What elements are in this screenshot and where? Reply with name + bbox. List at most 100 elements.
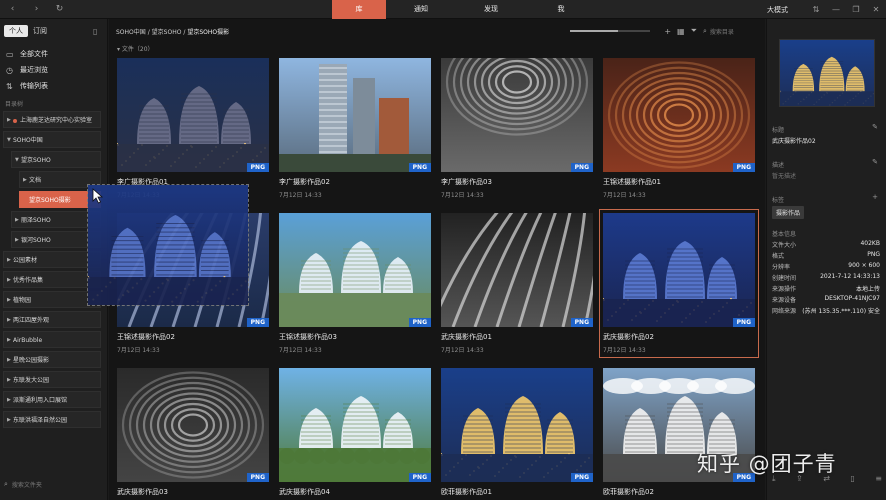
- grid-view-icon[interactable]: ▦: [677, 27, 685, 36]
- folder-icon: ▭: [6, 49, 14, 59]
- tab-me[interactable]: 我: [526, 0, 596, 19]
- more-icon[interactable]: ≡: [875, 474, 882, 484]
- file-title[interactable]: 李广摄影作品03: [441, 177, 593, 187]
- file-card[interactable]: PNG 李广摄影作品03 7月12日 14:33: [441, 58, 593, 199]
- tag-chip[interactable]: 摄影作品: [772, 206, 805, 219]
- file-title[interactable]: 武庆摄影作品01: [441, 332, 593, 342]
- file-title[interactable]: 欧菲摄影作品02: [603, 487, 755, 497]
- delete-icon[interactable]: ▯: [850, 474, 854, 484]
- file-thumbnail[interactable]: PNG: [603, 213, 755, 327]
- nav-all-files[interactable]: ▭ 全部文件: [6, 46, 102, 62]
- status-dot-icon: [13, 118, 17, 123]
- file-title[interactable]: 王锦述摄影作品02: [117, 332, 269, 342]
- tree-item[interactable]: ▶ 星晚公园摄影: [3, 351, 101, 368]
- breadcrumb-item[interactable]: SOHO中国: [116, 29, 146, 36]
- file-card[interactable]: PNG欧菲摄影作品027月12日 14:33: [603, 368, 755, 500]
- file-card[interactable]: PNG 武庆摄影作品01 7月12日 14:33: [441, 213, 593, 354]
- refresh-icon[interactable]: ↻: [53, 3, 66, 16]
- nav-recent[interactable]: ◷ 最近浏览: [6, 62, 102, 78]
- file-card[interactable]: PNG武庆摄影作品047月12日 14:33: [279, 368, 431, 500]
- minimize-icon[interactable]: —: [826, 5, 846, 14]
- chevron-down-icon[interactable]: ▼: [15, 152, 19, 167]
- folder-search[interactable]: ⌕ 搜索文件夹: [4, 478, 102, 490]
- chevron-right-icon[interactable]: ▶: [7, 312, 11, 327]
- add-icon[interactable]: +: [664, 27, 671, 36]
- file-thumbnail[interactable]: PNG: [279, 213, 431, 327]
- file-title[interactable]: 李广摄影作品02: [279, 177, 431, 187]
- forward-icon[interactable]: ›: [30, 3, 43, 16]
- file-card[interactable]: PNG武庆摄影作品037月12日 14:33: [117, 368, 269, 500]
- chevron-right-icon[interactable]: ▶: [7, 252, 11, 267]
- chevron-right-icon[interactable]: ▶: [7, 332, 11, 347]
- tree-item-label: 望京SOHO摄影: [29, 197, 71, 204]
- file-thumbnail[interactable]: PNG: [441, 213, 593, 327]
- info-key: 创建时间: [772, 275, 797, 282]
- collapse-sidebar-icon[interactable]: ▯: [93, 27, 97, 36]
- tree-item[interactable]: ▼ 望京SOHO: [11, 151, 101, 168]
- file-card[interactable]: PNG李广摄影作品017月12日 14:33: [117, 58, 269, 199]
- tree-item[interactable]: ▼ SOHO中国: [3, 131, 101, 148]
- info-key: 文件大小: [772, 242, 797, 249]
- file-title[interactable]: 王锦述摄影作品03: [279, 332, 431, 342]
- sync-icon[interactable]: ⇅: [806, 5, 826, 14]
- edit-icon[interactable]: ✎: [872, 123, 878, 131]
- tree-item[interactable]: ▶ AirBubble: [3, 331, 101, 348]
- chevron-right-icon[interactable]: ▶: [15, 212, 19, 227]
- file-thumbnail[interactable]: PNG: [441, 368, 593, 482]
- file-card[interactable]: PNG 李广摄影作品02 7月12日 14:33: [279, 58, 431, 199]
- files-section-header[interactable]: ▾ 文件（20）: [117, 44, 154, 53]
- chevron-right-icon[interactable]: ▶: [7, 112, 11, 127]
- file-thumbnail[interactable]: PNG: [117, 368, 269, 482]
- file-card[interactable]: PNG 王锦述摄影作品03 7月12日 14:33: [279, 213, 431, 354]
- view-toolbar: + ▦ ⏷ ⌕ 搜索目录: [570, 25, 757, 37]
- info-row: 来源设备 DESKTOP-41NJC97: [772, 295, 880, 305]
- chevron-right-icon[interactable]: ▶: [7, 292, 11, 307]
- chevron-right-icon[interactable]: ▶: [7, 372, 11, 387]
- tab-library[interactable]: 库: [332, 0, 386, 19]
- filter-icon[interactable]: ⏷: [691, 26, 697, 36]
- chevron-right-icon[interactable]: ▶: [15, 232, 19, 247]
- file-title[interactable]: 武庆摄影作品02: [603, 332, 755, 342]
- file-title[interactable]: 武庆摄影作品03: [117, 487, 269, 497]
- file-thumbnail[interactable]: PNG: [441, 58, 593, 172]
- chevron-right-icon[interactable]: ▶: [7, 352, 11, 367]
- file-thumbnail[interactable]: PNG: [279, 58, 431, 172]
- tree-item[interactable]: ▶ 派斯通利用入口展馆: [3, 391, 101, 408]
- back-icon[interactable]: ‹: [6, 3, 19, 16]
- description-value[interactable]: 暂无描述: [772, 171, 796, 180]
- file-date: 7月12日 14:33: [117, 347, 160, 354]
- close-icon[interactable]: ✕: [866, 5, 886, 14]
- tab-notifications[interactable]: 通知: [386, 0, 456, 19]
- directory-search[interactable]: ⌕ 搜索目录: [703, 25, 757, 37]
- segment-personal[interactable]: 个人: [4, 25, 28, 37]
- file-thumbnail[interactable]: PNG: [279, 368, 431, 482]
- file-thumbnail[interactable]: PNG: [117, 58, 269, 172]
- nav-transfers[interactable]: ⇅ 传输列表: [6, 78, 102, 94]
- chevron-right-icon[interactable]: ▶: [7, 272, 11, 287]
- breadcrumb-item[interactable]: 望京SOHO: [152, 29, 182, 36]
- edit-icon[interactable]: ✎: [872, 158, 878, 166]
- add-tag-icon[interactable]: +: [872, 193, 878, 201]
- segment-subscribed[interactable]: 订阅: [28, 25, 52, 37]
- file-card[interactable]: PNG 武庆摄影作品02 7月12日 14:33: [599, 209, 759, 358]
- zoom-slider[interactable]: [570, 30, 651, 32]
- tree-item[interactable]: ▶ 东联洪福泽自然公园: [3, 411, 101, 428]
- tree-item[interactable]: ▶ 两江四屋外观: [3, 311, 101, 328]
- directory-search-placeholder: 搜索目录: [709, 28, 734, 36]
- tree-item[interactable]: ▶ 上海鹿芝达研究中心实验室: [3, 111, 101, 128]
- mode-toggle[interactable]: 大模式: [767, 5, 788, 15]
- tree-item[interactable]: ▶ 东联发大公园: [3, 371, 101, 388]
- maximize-icon[interactable]: ❐: [846, 5, 866, 14]
- file-title[interactable]: 王锦述摄影作品01: [603, 177, 755, 187]
- file-title[interactable]: 欧菲摄影作品01: [441, 487, 593, 497]
- chevron-right-icon[interactable]: ▶: [23, 172, 27, 187]
- file-thumbnail[interactable]: PNG: [603, 58, 755, 172]
- title-value[interactable]: 武庆摄影作品02: [772, 136, 816, 145]
- chevron-down-icon[interactable]: ▼: [7, 132, 11, 147]
- file-card[interactable]: PNG欧菲摄影作品017月12日 14:33: [441, 368, 593, 500]
- tab-discover[interactable]: 发现: [456, 0, 526, 19]
- chevron-right-icon[interactable]: ▶: [7, 392, 11, 407]
- file-title[interactable]: 武庆摄影作品04: [279, 487, 431, 497]
- chevron-right-icon[interactable]: ▶: [7, 412, 11, 427]
- file-card[interactable]: PNG 王锦述摄影作品01 7月12日 14:33: [603, 58, 755, 199]
